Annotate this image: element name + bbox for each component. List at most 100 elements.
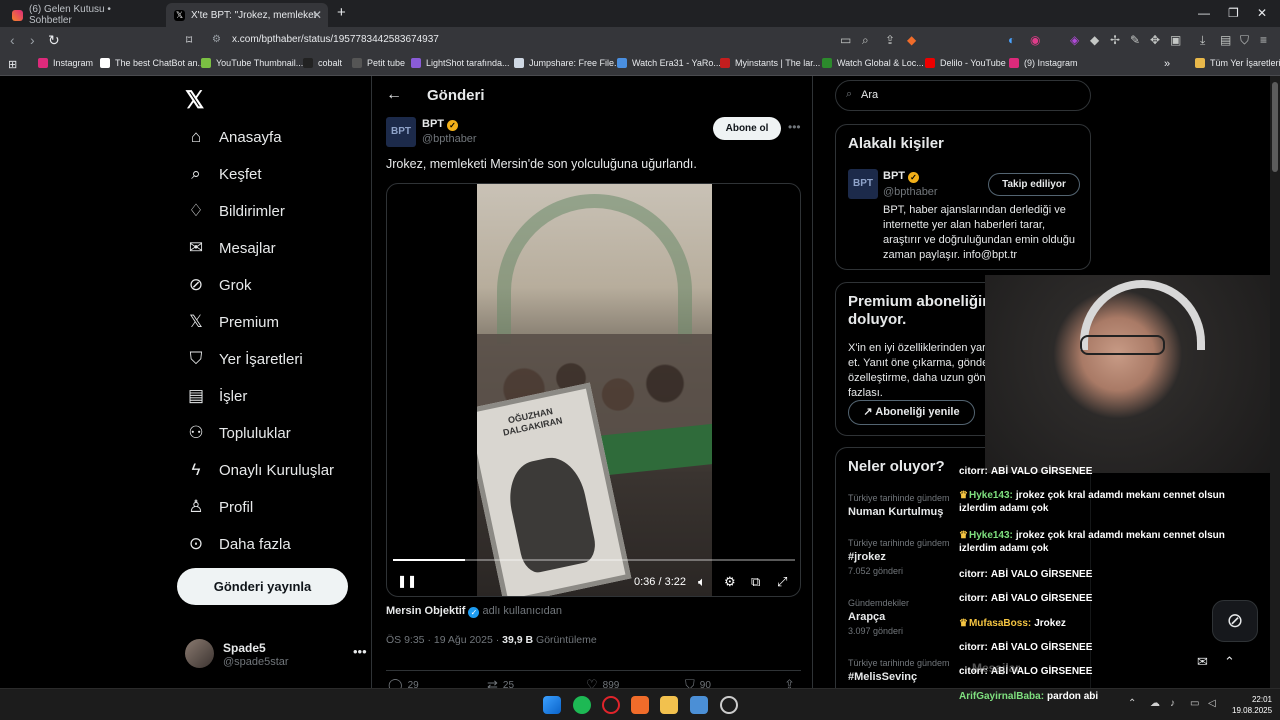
- extension-icon[interactable]: ◐: [1008, 33, 1015, 47]
- nav-more[interactable]: ⊙ Daha fazla: [185, 534, 291, 554]
- bookmark-item[interactable]: YouTube Thumbnail...: [201, 58, 303, 68]
- more-options-icon[interactable]: •••: [788, 120, 801, 134]
- scrollbar-thumb[interactable]: [1272, 82, 1278, 172]
- nav-verified-orgs[interactable]: ϟ Onaylı Kuruluşlar: [185, 460, 335, 480]
- trend-item[interactable]: Türkiye tarihinde gündem Numan Kurtulmuş: [848, 493, 950, 518]
- brave-icon[interactable]: [631, 696, 649, 714]
- nav-grok[interactable]: ⊘ Grok: [185, 275, 252, 295]
- reload-icon[interactable]: ↻: [48, 32, 60, 49]
- extension-icon[interactable]: ◈: [1070, 33, 1079, 47]
- url-field[interactable]: x.com/bpthaber/status/195778344258367493…: [232, 34, 439, 45]
- settings-icon[interactable]: ⚙: [724, 574, 736, 590]
- forward-icon[interactable]: ›: [30, 32, 35, 48]
- nav-premium[interactable]: 𝕏 Premium: [185, 312, 279, 332]
- fullscreen-icon[interactable]: ⤢: [777, 574, 787, 590]
- bookmark-page-icon[interactable]: ⌑: [186, 33, 192, 47]
- file-explorer-icon[interactable]: [660, 696, 678, 714]
- trend-item[interactable]: Türkiye tarihinde gündem #jrokez 7.052 gön…: [848, 538, 950, 576]
- brave-shield-icon[interactable]: ◆: [907, 33, 916, 47]
- scrollbar[interactable]: [1270, 76, 1280, 688]
- opera-icon[interactable]: [602, 696, 620, 714]
- post-button[interactable]: Gönderi yayınla: [177, 568, 348, 605]
- x-logo-icon[interactable]: 𝕏: [185, 86, 204, 115]
- bookmark-item[interactable]: Petit tube: [352, 58, 405, 68]
- bookmark-item[interactable]: Watch Era31 - YaRo...: [617, 58, 721, 68]
- bookmark-item[interactable]: (9) Instagram: [1009, 58, 1078, 68]
- author-handle[interactable]: @bpthaber: [422, 133, 477, 145]
- wallet-icon[interactable]: ▤: [1220, 33, 1231, 47]
- close-window-icon[interactable]: ✕: [1257, 6, 1267, 20]
- sidebar-icon[interactable]: ▣: [1170, 33, 1181, 47]
- pause-icon[interactable]: ❚❚: [397, 574, 417, 588]
- search-input[interactable]: ⌕ Ara: [835, 80, 1091, 111]
- new-tab-icon[interactable]: +: [337, 4, 346, 21]
- account-switcher[interactable]: Spade5 @spade5star •••: [185, 638, 367, 672]
- nav-home[interactable]: ⌂ Anasayfa: [185, 127, 282, 147]
- nav-communities[interactable]: ⚇ Topluluklar: [185, 423, 290, 443]
- bookmark-item[interactable]: cobalt: [303, 58, 342, 68]
- grok-button[interactable]: ⊘: [1212, 600, 1258, 642]
- nav-jobs[interactable]: ▤ İşler: [185, 386, 247, 406]
- close-tab-icon[interactable]: ✕: [312, 8, 322, 22]
- app-icon[interactable]: [690, 696, 708, 714]
- nav-bookmarks[interactable]: ⛉ Yer İşaretleri: [185, 349, 303, 369]
- trend-item[interactable]: Türkiye tarihinde gündem #MelisSevinç: [848, 658, 950, 683]
- related-handle[interactable]: @bpthaber: [883, 186, 938, 198]
- following-button[interactable]: Takip ediliyor: [988, 173, 1080, 196]
- nav-explore[interactable]: ⌕ Keşfet: [185, 164, 261, 184]
- share-icon[interactable]: ⇪: [885, 33, 895, 47]
- chat-message: ♛Hyke143: jrokez çok kral adamdı mekanı c…: [959, 490, 1225, 514]
- extension-icon[interactable]: ✎: [1130, 33, 1140, 47]
- author-name[interactable]: BPT ✓: [422, 118, 458, 131]
- zoom-icon[interactable]: ⌕: [862, 33, 869, 48]
- follow-button[interactable]: Abone ol: [713, 117, 781, 140]
- related-avatar[interactable]: BPT: [848, 169, 878, 199]
- bookmark-item[interactable]: The best ChatBot an...: [100, 58, 205, 68]
- start-icon[interactable]: [543, 696, 561, 714]
- bookmark-item[interactable]: Watch Global & Loc...: [822, 58, 924, 68]
- trend-item[interactable]: Gündemdekiler Arapça 3.097 gönderi: [848, 598, 909, 636]
- tab-instagram-inbox[interactable]: (6) Gelen Kutusu • Sohbetler: [4, 3, 164, 27]
- nav-messages[interactable]: ✉ Mesajlar: [185, 238, 276, 258]
- renew-subscription-button[interactable]: ↗ Aboneliği yenile: [848, 400, 975, 425]
- expand-icon[interactable]: ⌃: [1224, 654, 1235, 670]
- bookmark-item[interactable]: Instagram: [38, 58, 93, 68]
- bookmark-item[interactable]: LightShot tarafında...: [411, 58, 510, 68]
- back-arrow-icon[interactable]: ←: [386, 86, 402, 104]
- back-icon[interactable]: ‹: [10, 32, 15, 48]
- messages-drawer-label[interactable]: Mesajlar: [972, 661, 1020, 675]
- volume-icon[interactable]: 🔈︎: [698, 574, 706, 590]
- nav-profile[interactable]: ♙ Profil: [185, 497, 253, 517]
- cast-icon[interactable]: ▭: [840, 33, 851, 47]
- mail-icon: ✉: [188, 238, 204, 257]
- tab-x-post[interactable]: 𝕏 X'te BPT: "Jrokez, memleketi Me... ✕: [166, 3, 328, 27]
- new-message-icon[interactable]: ✉: [1197, 654, 1208, 670]
- related-name[interactable]: BPT ✓: [883, 170, 919, 183]
- site-info-icon[interactable]: ⚙: [212, 34, 221, 45]
- more-bookmarks-icon[interactable]: »: [1164, 58, 1170, 70]
- author-avatar[interactable]: BPT: [386, 117, 416, 147]
- bookmark-item[interactable]: Myinstants | The lar...: [720, 58, 820, 68]
- download-icon[interactable]: ⤓: [1200, 33, 1205, 48]
- pip-icon[interactable]: ⧉: [751, 574, 760, 590]
- restore-icon[interactable]: ❐: [1228, 6, 1239, 20]
- more-options-icon[interactable]: •••: [353, 644, 367, 659]
- extensions-puzzle-icon[interactable]: ✥: [1150, 33, 1160, 47]
- video-player[interactable]: OĞUZHAN DALGAKIRAN ❚❚ 0:36 / 3:22 🔈︎ ⚙ ⧉…: [386, 183, 801, 597]
- app-icon[interactable]: [720, 696, 738, 714]
- extension-icon[interactable]: ◆: [1090, 33, 1099, 47]
- video-progress-bar[interactable]: [393, 559, 795, 561]
- spotify-icon[interactable]: [573, 696, 591, 714]
- extension-icon[interactable]: ✢: [1110, 33, 1120, 47]
- nav-notifications[interactable]: ♢ Bildirimler: [185, 201, 284, 221]
- video-source[interactable]: Mersin Objektif ✓ adlı kullanıcıdan: [386, 605, 562, 618]
- briefcase-icon: ▤: [187, 386, 205, 405]
- extension-icon[interactable]: ◉: [1030, 33, 1040, 47]
- all-bookmarks[interactable]: Tüm Yer İşaretleri: [1195, 58, 1280, 68]
- minimize-icon[interactable]: —: [1198, 6, 1210, 20]
- bookmark-item[interactable]: Delilo - YouTube: [925, 58, 1006, 68]
- apps-icon[interactable]: ⊞: [8, 58, 17, 71]
- vpn-icon[interactable]: ⛉: [1240, 33, 1249, 48]
- menu-icon[interactable]: ≡: [1260, 33, 1267, 47]
- bookmark-item[interactable]: Jumpshare: Free File...: [514, 58, 622, 68]
